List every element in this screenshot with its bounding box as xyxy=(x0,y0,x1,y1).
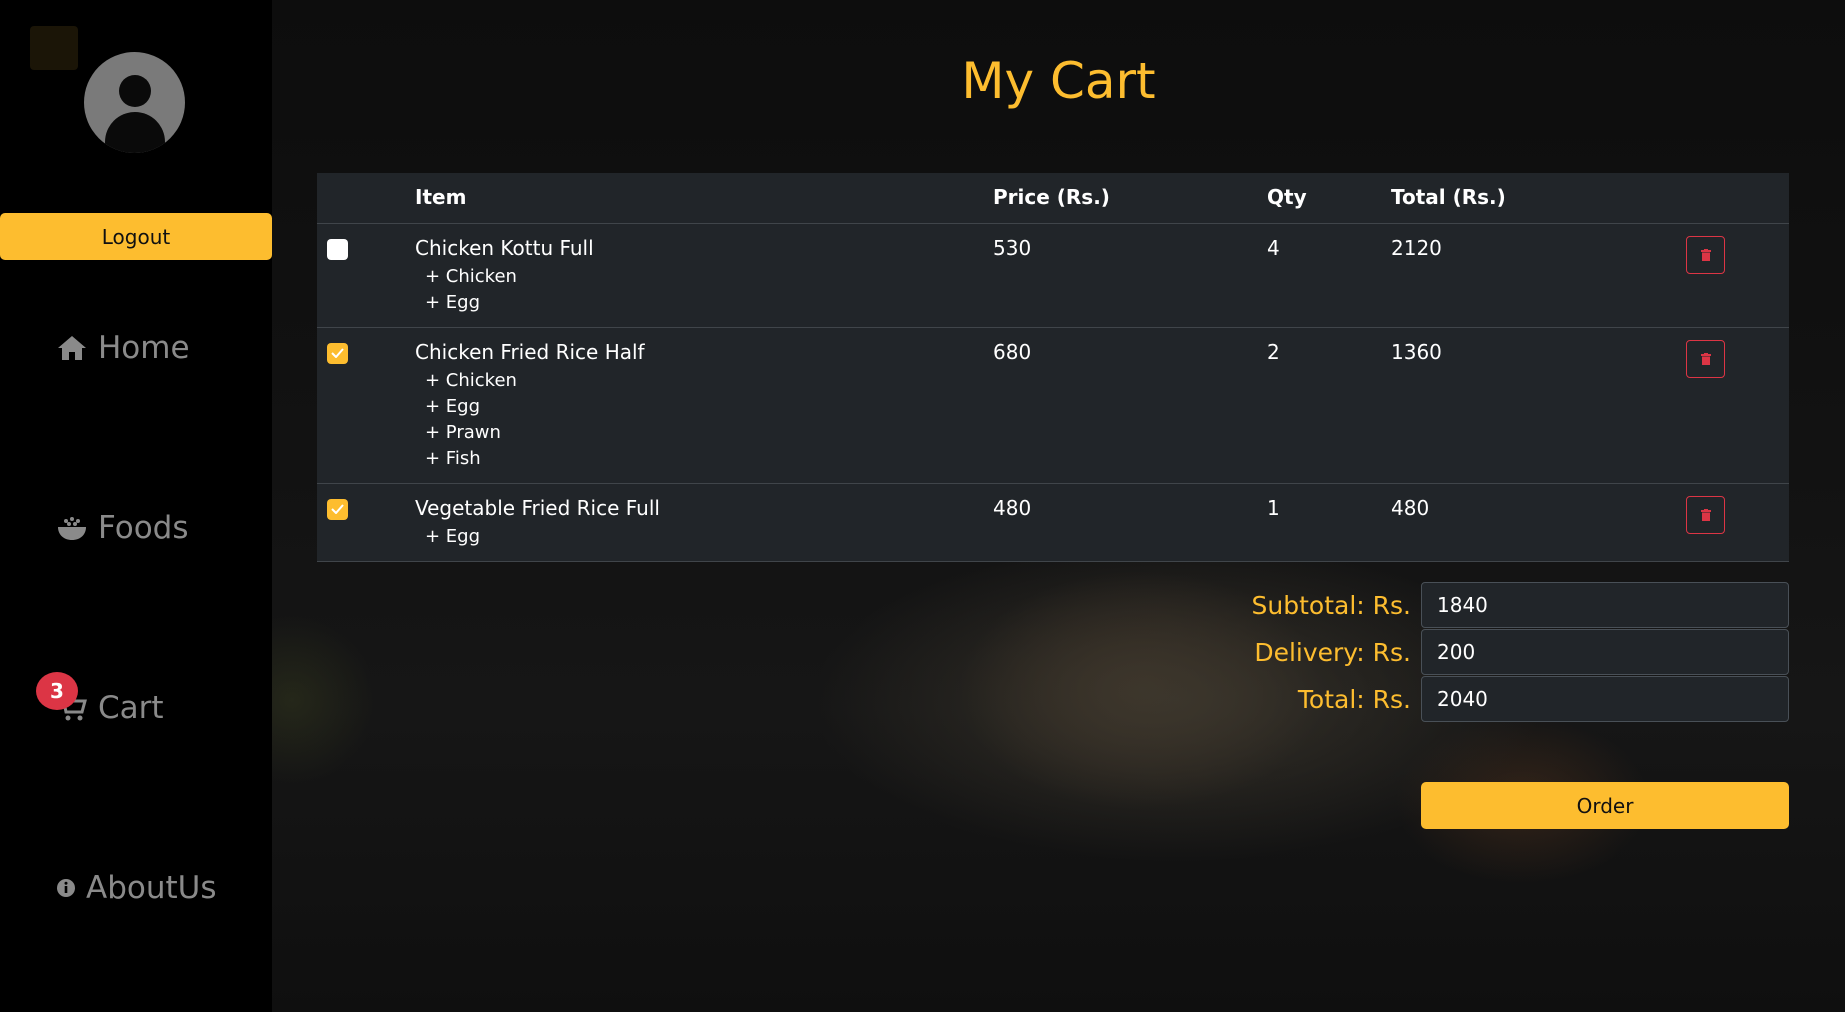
addon-item: + Prawn xyxy=(425,421,501,443)
logout-button[interactable]: Logout xyxy=(0,213,272,260)
cart-count-badge: 3 xyxy=(36,672,78,710)
addon-item: + Egg xyxy=(425,395,481,417)
header-total: Total (Rs.) xyxy=(1391,173,1666,224)
nav-item-label: Cart xyxy=(98,690,164,726)
nav-item-label: Foods xyxy=(98,510,189,546)
item-total: 2120 xyxy=(1391,223,1666,328)
nav-item-label: Home xyxy=(98,330,190,366)
delivery-field[interactable]: 200 xyxy=(1421,629,1789,675)
item-price: 480 xyxy=(993,483,1267,562)
item-name: Chicken Fried Rice Half xyxy=(415,339,645,364)
delete-button[interactable] xyxy=(1686,235,1725,274)
trash-icon xyxy=(1700,248,1711,261)
info-icon xyxy=(57,879,75,897)
check-icon xyxy=(331,504,344,514)
addon-item: + Fish xyxy=(425,447,481,469)
header-actions xyxy=(1666,173,1789,224)
select-checkbox[interactable] xyxy=(327,238,348,260)
delete-button[interactable] xyxy=(1686,495,1725,534)
addon-item: + Chicken xyxy=(425,265,517,287)
home-icon xyxy=(58,336,86,360)
table-row: Chicken Fried Rice Half + Chicken + Egg … xyxy=(317,327,1789,484)
table-row: Vegetable Fried Rice Full + Egg 480 1 48… xyxy=(317,483,1789,562)
delivery-label: Delivery: Rs. xyxy=(1254,637,1411,667)
menu-toggle-button[interactable] xyxy=(30,26,78,70)
subtotal-field[interactable]: 1840 xyxy=(1421,582,1789,628)
select-checkbox[interactable] xyxy=(327,498,348,520)
item-price: 530 xyxy=(993,223,1267,328)
table-header-row: Item Price (Rs.) Qty Total (Rs.) xyxy=(317,173,1789,224)
item-price: 680 xyxy=(993,327,1267,484)
trash-icon xyxy=(1700,352,1711,365)
select-checkbox[interactable] xyxy=(327,342,348,364)
item-total: 1360 xyxy=(1391,327,1666,484)
addon-item: + Chicken xyxy=(425,369,517,391)
rice-bowl-icon xyxy=(58,517,86,540)
user-avatar-icon xyxy=(84,52,185,153)
trash-icon xyxy=(1700,508,1711,521)
item-qty: 1 xyxy=(1267,483,1391,562)
subtotal-label: Subtotal: Rs. xyxy=(1251,590,1411,620)
page-title: My Cart xyxy=(961,52,1156,110)
header-item: Item xyxy=(415,173,993,224)
cart-table: Item Price (Rs.) Qty Total (Rs.) Chicken… xyxy=(317,173,1789,562)
addon-list: + Egg xyxy=(415,524,993,550)
delivery-row: Delivery: Rs. 200 xyxy=(1000,629,1789,675)
order-button[interactable]: Order xyxy=(1421,782,1789,829)
nav-item-foods[interactable]: Foods xyxy=(56,510,189,546)
addon-item: + Egg xyxy=(425,525,481,547)
addon-item: + Egg xyxy=(425,291,481,313)
header-qty: Qty xyxy=(1267,173,1391,224)
table-row: Chicken Kottu Full + Chicken + Egg 530 4… xyxy=(317,223,1789,328)
header-price: Price (Rs.) xyxy=(993,173,1267,224)
delete-button[interactable] xyxy=(1686,339,1725,378)
subtotal-row: Subtotal: Rs. 1840 xyxy=(1000,582,1789,628)
item-name: Vegetable Fried Rice Full xyxy=(415,495,660,520)
total-label: Total: Rs. xyxy=(1297,684,1411,714)
total-field[interactable]: 2040 xyxy=(1421,676,1789,722)
addon-list: + Chicken + Egg + Prawn + Fish xyxy=(415,368,993,472)
item-qty: 4 xyxy=(1267,223,1391,328)
total-row: Total: Rs. 2040 xyxy=(1000,676,1789,722)
item-name: Chicken Kottu Full xyxy=(415,235,594,260)
sidebar: Logout Home Foods Cart 3 AboutUs xyxy=(0,0,272,1012)
nav-item-home[interactable]: Home xyxy=(56,330,190,366)
item-total: 480 xyxy=(1391,483,1666,562)
header-select xyxy=(317,173,415,224)
nav-item-label: AboutUs xyxy=(86,870,217,906)
addon-list: + Chicken + Egg xyxy=(415,264,993,316)
item-qty: 2 xyxy=(1267,327,1391,484)
check-icon xyxy=(331,348,344,358)
nav-item-aboutus[interactable]: AboutUs xyxy=(56,870,217,906)
